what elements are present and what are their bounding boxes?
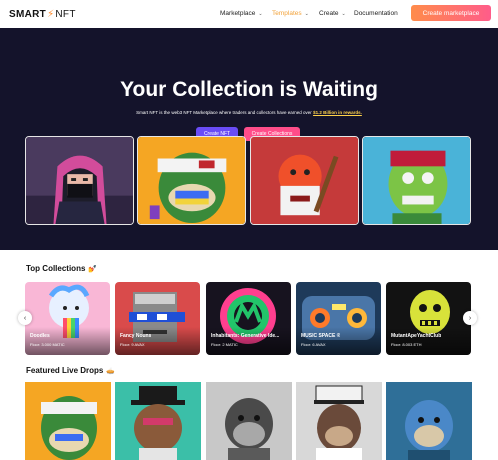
collection-card-music-space[interactable]: MUSIC SPACE ® Floor: 6 AVAX xyxy=(296,282,381,355)
bolt-icon: ⚡ xyxy=(47,9,55,20)
drop-card-captain-ape[interactable] xyxy=(296,382,382,460)
pie-icon: 🥧 xyxy=(106,368,116,375)
collection-card-doodles[interactable]: Doodles Floor: 3.000 MATIC xyxy=(25,282,110,355)
nav-label: Marketplace xyxy=(220,10,256,17)
carousel-prev-button[interactable]: ‹ xyxy=(18,311,32,325)
collection-name: MutantApeYachtClub xyxy=(391,333,442,339)
card-shade xyxy=(296,327,381,355)
nav-marketplace[interactable]: Marketplace ⌄ xyxy=(220,10,263,17)
drop-card-blue-ape[interactable] xyxy=(386,382,472,460)
card-shade xyxy=(25,327,110,355)
card-shade xyxy=(115,327,200,355)
drop-card-bandana-ape[interactable] xyxy=(25,382,111,460)
create-marketplace-button[interactable]: Create marketplace xyxy=(411,5,491,21)
nail-polish-icon: 💅 xyxy=(88,266,98,273)
header: SMART ⚡ NFT Marketplace ⌄ Templates ⌄ Cr… xyxy=(0,0,498,28)
nav-documentation[interactable]: Documentation xyxy=(354,10,398,17)
chevron-down-icon: ⌄ xyxy=(258,10,263,17)
logo-brand: SMART xyxy=(9,9,47,20)
collection-name: Doodles xyxy=(30,333,50,339)
section-title-text: Top Collections xyxy=(26,264,86,273)
hero-art-bandana-ape[interactable] xyxy=(137,136,246,225)
collection-floor: Floor: 8.003 ETH xyxy=(391,342,422,347)
hero-subtitle-text: Smart NFT is the web3 NFT Marketplace wh… xyxy=(136,110,314,115)
card-shade xyxy=(386,327,471,355)
featured-drops-title: Featured Live Drops 🥧 xyxy=(26,366,115,375)
hero-subtitle: Smart NFT is the web3 NFT Marketplace wh… xyxy=(0,110,498,115)
rewards-link[interactable]: $1.2 Billion in rewards. xyxy=(313,110,362,115)
drop-card-hat-ape[interactable] xyxy=(115,382,201,460)
top-collections-title: Top Collections 💅 xyxy=(26,264,97,273)
card-shade xyxy=(206,327,291,355)
collection-name: Fancy Nouns xyxy=(120,333,152,339)
collection-floor: Floor: 3.000 MATIC xyxy=(30,342,65,347)
logo[interactable]: SMART ⚡ NFT xyxy=(9,9,76,20)
nav-label: Templates xyxy=(272,10,302,17)
hero-title: Your Collection is Waiting xyxy=(120,78,378,101)
hero-art-green-zombie-ape[interactable] xyxy=(362,136,471,225)
collection-card-mutant-ape[interactable]: MutantApeYachtClub Floor: 8.003 ETH xyxy=(386,282,471,355)
collection-floor: Floor: 9 AVAX xyxy=(120,342,145,347)
chevron-down-icon: ⌄ xyxy=(341,10,346,17)
nav-templates[interactable]: Templates ⌄ xyxy=(272,10,309,17)
nav-label: Documentation xyxy=(354,10,398,17)
nav-create[interactable]: Create ⌄ xyxy=(319,10,346,17)
chevron-left-icon: ‹ xyxy=(23,314,27,322)
collection-name: Inhabitants: Generative Ide... xyxy=(211,333,280,339)
carousel-next-button[interactable]: › xyxy=(463,311,477,325)
nav-label: Create xyxy=(319,10,339,17)
collection-card-fancy-nouns[interactable]: Fancy Nouns Floor: 9 AVAX xyxy=(115,282,200,355)
collection-floor: Floor: 6 AVAX xyxy=(301,342,326,347)
collection-name: MUSIC SPACE ® xyxy=(301,333,341,339)
drop-card-grey-ape[interactable] xyxy=(206,382,292,460)
hero-art-red-creature[interactable] xyxy=(250,136,359,225)
section-title-text: Featured Live Drops xyxy=(26,366,104,375)
collection-card-inhabitants[interactable]: Inhabitants: Generative Ide... Floor: 2 … xyxy=(206,282,291,355)
hero-art-hooded-girl[interactable] xyxy=(25,136,134,225)
chevron-right-icon: › xyxy=(468,314,472,322)
collection-floor: Floor: 2 MATIC xyxy=(211,342,238,347)
logo-suffix: NFT xyxy=(55,9,76,20)
chevron-down-icon: ⌄ xyxy=(304,10,309,17)
